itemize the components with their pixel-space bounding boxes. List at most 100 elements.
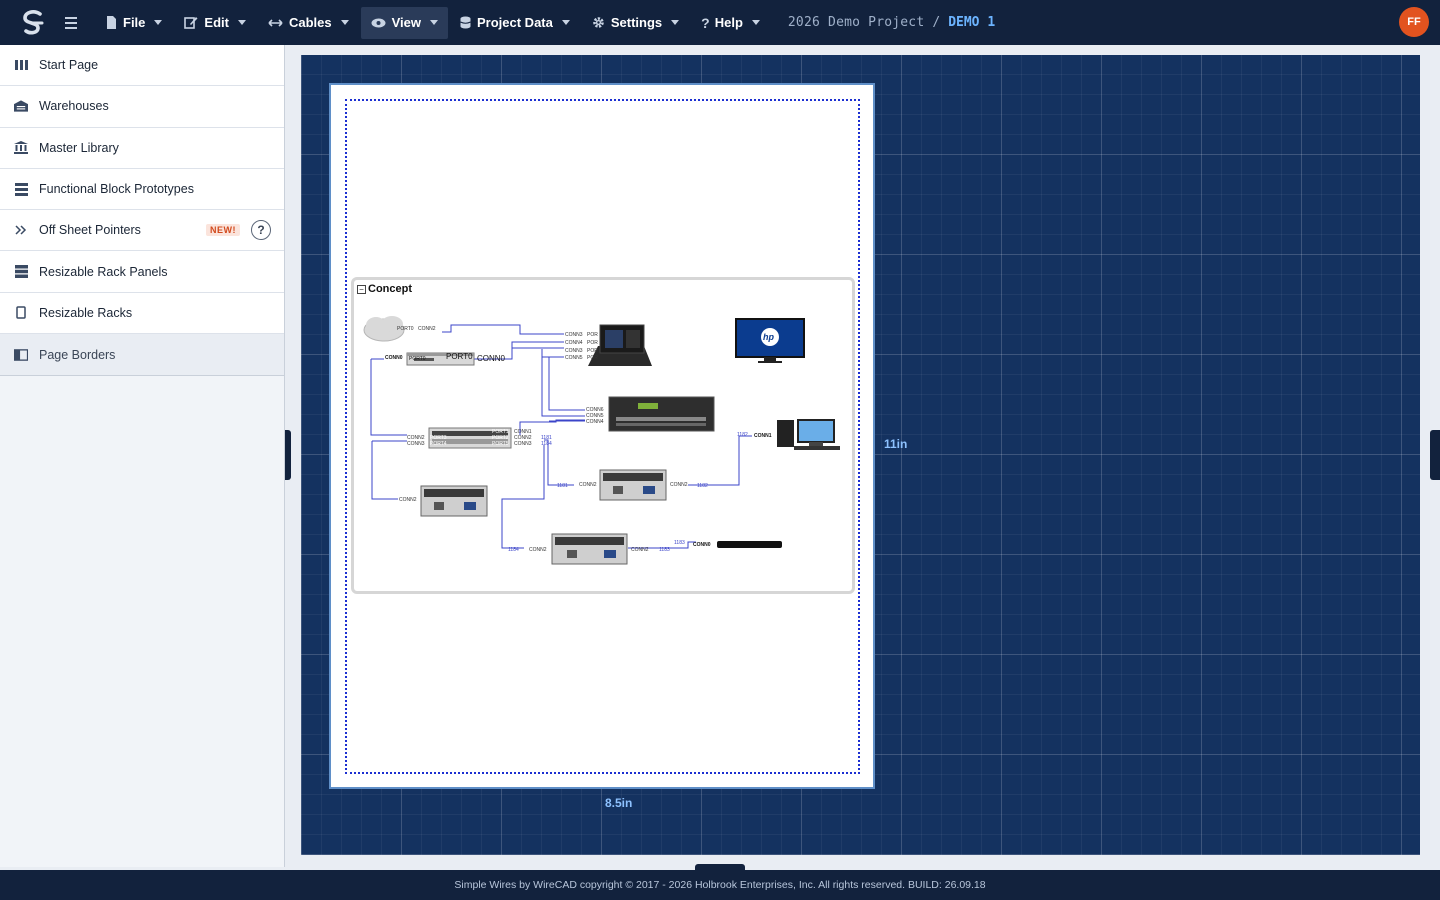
rack-icon	[14, 306, 28, 320]
chevron-down-icon	[154, 20, 163, 25]
port-label: POR	[587, 340, 598, 346]
sheet-height-label: 11in	[884, 437, 908, 451]
menu-settings-label: Settings	[610, 15, 663, 30]
sidebar-item-start-page[interactable]: Start Page	[0, 45, 284, 87]
port-label: PORT5	[492, 441, 509, 447]
user-avatar[interactable]: FF	[1399, 7, 1429, 37]
extender-device[interactable]	[599, 469, 667, 501]
menu-cables[interactable]: Cables	[258, 7, 359, 39]
conn-label: CONN1	[754, 433, 772, 439]
cable-label: 1183	[674, 540, 685, 546]
sidebar-item-label: Page Borders	[39, 347, 116, 362]
conn-label: CONN3	[565, 348, 583, 354]
switcher-device[interactable]	[608, 396, 715, 432]
menu-edit-label: Edit	[204, 15, 229, 30]
conn-label: CONN2	[529, 547, 547, 553]
edit-icon	[184, 17, 198, 29]
sheet-width-label: 8.5in	[605, 796, 633, 810]
sidebar-item-label: Functional Block Prototypes	[39, 182, 194, 197]
cable-label: 1181	[557, 483, 568, 489]
conn-label: CONN0	[693, 542, 711, 548]
sidebar-item-resizable-rack-panels[interactable]: Resizable Rack Panels	[0, 251, 284, 293]
sidebar-item-master-library[interactable]: Master Library	[0, 128, 284, 169]
port-label: PORT4	[430, 441, 447, 447]
project-title: 2026 Demo Project	[787, 15, 925, 30]
sidebar-item-functional-block-prototypes[interactable]: Functional Block Prototypes	[0, 169, 284, 211]
chevron-down-icon	[237, 20, 246, 25]
chevron-down-icon	[751, 20, 760, 25]
chevron-down-icon	[561, 20, 570, 25]
sidebar-item-label: Off Sheet Pointers	[39, 223, 141, 238]
question-icon: ?	[701, 14, 710, 31]
menu-help[interactable]: ? Help	[691, 7, 770, 39]
chevron-down-icon	[430, 20, 438, 25]
conn-label: CONN2	[579, 482, 597, 488]
menu-settings[interactable]: Settings	[582, 7, 689, 39]
menu-project-data[interactable]: Project Data	[450, 7, 580, 39]
conn-label: CONN0	[477, 354, 506, 363]
drawing-sheet[interactable]: − Concept PORT0 CONN2 CONN0 PORT0 PORT0 …	[329, 83, 875, 789]
chevron-down-icon	[671, 20, 680, 25]
menu-project-data-label: Project Data	[477, 15, 553, 30]
layers-icon	[14, 182, 28, 196]
port-label: POR	[587, 332, 598, 338]
copyright-text: Simple Wires by WireCAD copyright © 2017…	[454, 879, 986, 891]
arrows-horizontal-icon	[268, 18, 283, 27]
sidebar-collapse-handle[interactable]	[285, 430, 291, 480]
sidebar-item-label: Resizable Rack Panels	[39, 264, 168, 279]
port-label: POR	[587, 355, 598, 361]
port-label: PORT0	[446, 352, 473, 361]
menu-edit[interactable]: Edit	[174, 7, 256, 39]
conn-label: CONN2	[670, 482, 688, 488]
menu-view[interactable]: View	[360, 6, 448, 39]
footer: Simple Wires by WireCAD copyright © 2017…	[0, 870, 1440, 900]
cable-label: 1182	[697, 483, 708, 489]
sheet-name[interactable]: DEMO 1	[948, 15, 995, 30]
extender-device[interactable]	[420, 485, 488, 517]
sidebar-list: Start Page Warehouses Master Library Fun…	[0, 45, 284, 377]
menu-cables-label: Cables	[288, 15, 332, 30]
sidebar-item-label: Master Library	[39, 140, 119, 155]
blu-ray-player-device[interactable]	[717, 541, 782, 548]
drawing-canvas[interactable]: − Concept PORT0 CONN2 CONN0 PORT0 PORT0 …	[301, 55, 1420, 855]
conn-label: CONN2	[631, 547, 649, 553]
menu-view-label: View	[391, 15, 421, 30]
port-label: PORT0	[409, 356, 426, 362]
right-panel-handle[interactable]	[1430, 430, 1440, 480]
sidebar-item-resizable-racks[interactable]: Resizable Racks	[0, 293, 284, 335]
page-border-icon	[14, 348, 28, 362]
block-diagram[interactable]: PORT0 CONN2 CONN0 PORT0 PORT0 CONN0 CONN…	[354, 280, 852, 591]
warehouse-icon	[14, 99, 28, 113]
conn-label: CONN4	[586, 419, 604, 425]
conn-label: CONN3	[407, 441, 425, 447]
gear-icon	[593, 17, 604, 28]
breadcrumb-separator: /	[932, 15, 941, 30]
extender-device[interactable]	[551, 533, 628, 565]
app-logo[interactable]	[10, 0, 56, 45]
sidebar-item-off-sheet-pointers[interactable]: Off Sheet Pointers NEW! ?	[0, 210, 284, 252]
menu-help-label: Help	[714, 15, 743, 30]
file-icon	[107, 16, 116, 29]
conn-label: CONN3	[514, 441, 532, 447]
cable-label: 1184	[541, 441, 552, 447]
hamburger-menu-icon[interactable]	[58, 10, 84, 36]
columns-icon	[14, 58, 28, 72]
top-bar: File Edit Cables View Project Data Setti…	[0, 0, 1440, 45]
concept-group[interactable]: − Concept PORT0 CONN2 CONN0 PORT0 PORT0 …	[351, 277, 855, 594]
menu-file[interactable]: File	[96, 7, 172, 39]
sidebar-item-warehouses[interactable]: Warehouses	[0, 86, 284, 128]
sidebar-item-label: Start Page	[39, 58, 99, 73]
database-icon	[460, 16, 471, 29]
help-icon[interactable]: ?	[251, 220, 271, 241]
desktop-pc-device[interactable]	[777, 419, 840, 450]
monitor-brand-label: hp	[763, 332, 774, 342]
sidebar-item-page-borders[interactable]: Page Borders	[0, 334, 284, 376]
sidebar-item-label: Resizable Racks	[39, 305, 133, 320]
chevron-down-icon	[340, 20, 349, 25]
menu-file-label: File	[123, 15, 146, 30]
cable-label: 1184	[508, 547, 519, 553]
conn-label: CONN2	[418, 326, 436, 332]
double-chevron-right-icon	[14, 223, 28, 237]
eye-icon	[371, 18, 386, 27]
conn-label: CONN4	[565, 340, 583, 346]
